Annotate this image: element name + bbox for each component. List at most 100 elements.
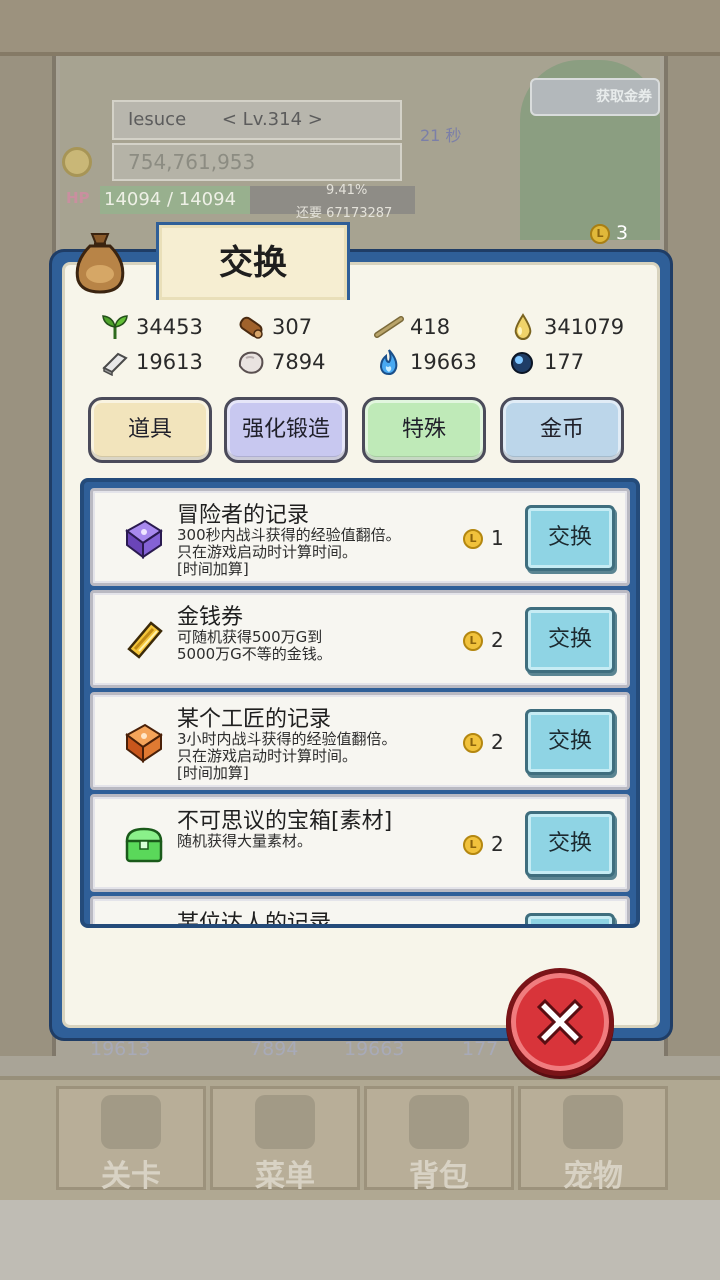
exchange-button[interactable]: 交换 bbox=[525, 505, 615, 571]
purple-book-icon bbox=[125, 519, 163, 559]
list-item: 某位达人的记录 bbox=[90, 896, 630, 924]
bottom-res-value: 177 bbox=[462, 1038, 499, 1060]
item-title: 不可思议的宝箱[素材] bbox=[177, 809, 393, 834]
nav-tab-pet[interactable]: 宠物 bbox=[518, 1086, 668, 1194]
ticket-count: 3 bbox=[616, 222, 629, 244]
crossed-swords-icon bbox=[101, 1095, 161, 1149]
resource-value: 177 bbox=[544, 350, 585, 374]
item-desc-line: 只在游戏启动时计算时间。 bbox=[177, 747, 358, 765]
branch-icon bbox=[374, 316, 404, 338]
item-desc-line: 300秒内战斗获得的经验值翻倍。 bbox=[177, 526, 401, 544]
player-name: Iesuce bbox=[128, 109, 187, 130]
category-tab-label: 特殊 bbox=[401, 417, 446, 442]
ticket-coin-icon: L bbox=[463, 835, 483, 855]
hp-label: HP bbox=[66, 189, 90, 207]
get-ticket-label: 获取金券 bbox=[596, 89, 652, 105]
resource-value: 418 bbox=[410, 315, 451, 339]
resource-value: 19663 bbox=[410, 350, 477, 374]
gold-coin-icon bbox=[62, 147, 92, 177]
scene-floor bbox=[0, 1200, 720, 1280]
exchange-button-label: 交换 bbox=[547, 525, 592, 550]
dragon-icon bbox=[563, 1095, 623, 1149]
ticket-coin-icon: L bbox=[463, 733, 483, 753]
item-title: 某位达人的记录 bbox=[177, 911, 332, 924]
exchange-button-label: 交换 bbox=[547, 831, 592, 856]
green-chest-icon bbox=[125, 827, 163, 863]
item-desc-line: [时间加算] bbox=[177, 560, 249, 578]
nav-tab-label: 背包 bbox=[409, 1159, 469, 1194]
item-desc-line: 随机获得大量素材。 bbox=[177, 832, 313, 850]
exp-percent: 9.41% bbox=[326, 183, 368, 198]
item-cost: 2 bbox=[491, 730, 504, 754]
item-desc-line: 只在游戏启动时计算时间。 bbox=[177, 543, 358, 561]
category-tab-label: 强化锻造 bbox=[241, 417, 330, 442]
bottom-res-value: 19663 bbox=[344, 1038, 405, 1060]
ticket-coin-icon: L bbox=[463, 529, 483, 549]
nav-tab-menu[interactable]: 菜单 bbox=[210, 1086, 360, 1194]
item-cost: 2 bbox=[491, 628, 504, 652]
item-description: 随机获得大量素材。 bbox=[177, 833, 312, 850]
exchange-button[interactable]: 交换 bbox=[525, 709, 615, 775]
list-item: 金钱券 可随机获得500万G到 5000万G不等的金钱。 L 2 交换 bbox=[90, 590, 630, 688]
gold-ticket-icon bbox=[127, 621, 163, 659]
modal-title: 交换 bbox=[156, 222, 350, 300]
exchange-button[interactable] bbox=[525, 913, 615, 924]
bottom-res-value: 7894 bbox=[250, 1038, 299, 1060]
item-title: 冒险者的记录 bbox=[177, 503, 310, 528]
category-tab-items[interactable]: 道具 bbox=[88, 397, 212, 463]
exchange-button[interactable]: 交换 bbox=[525, 811, 615, 877]
item-desc-line: 5000万G不等的金钱。 bbox=[177, 645, 332, 663]
nav-tab-label: 菜单 bbox=[255, 1159, 315, 1194]
player-level: < Lv.314 > bbox=[221, 109, 323, 130]
nav-tab-backpack[interactable]: 背包 bbox=[364, 1086, 514, 1194]
blue-flame-icon bbox=[379, 349, 398, 376]
list-item: 不可思议的宝箱[素材] 随机获得大量素材。 L 2 交换 bbox=[90, 794, 630, 892]
money-bag-icon bbox=[75, 233, 125, 294]
hp-bar: 14094 / 14094 bbox=[100, 186, 250, 214]
get-ticket-button[interactable]: 获取金券 bbox=[530, 78, 660, 116]
exchange-button-label: 交换 bbox=[547, 627, 592, 652]
item-desc-line: 可随机获得500万G到 bbox=[177, 628, 323, 646]
list-item: 冒险者的记录 300秒内战斗获得的经验值翻倍。 只在游戏启动时计算时间。 [时间… bbox=[90, 488, 630, 586]
resource-value: 307 bbox=[272, 315, 313, 339]
scene-pillar-left bbox=[0, 56, 56, 1056]
backpack-icon bbox=[409, 1095, 469, 1149]
item-title: 某个工匠的记录 bbox=[177, 707, 332, 732]
list-item: 某个工匠的记录 3小时内战斗获得的经验值翻倍。 只在游戏启动时计算时间。 [时间… bbox=[90, 692, 630, 790]
scene-top-frame bbox=[0, 0, 720, 56]
ticket-coin-icon: L bbox=[463, 631, 483, 651]
ticket-coin-icon: L bbox=[590, 224, 610, 244]
resource-value: 341079 bbox=[544, 315, 625, 339]
iron-ingot-icon bbox=[102, 352, 128, 376]
dark-orb-icon bbox=[511, 352, 533, 374]
buff-timer: 21 秒 bbox=[420, 126, 462, 145]
category-tab-label: 道具 bbox=[127, 417, 172, 442]
item-description: 300秒内战斗获得的经验值翻倍。 只在游戏启动时计算时间。 [时间加算] bbox=[177, 527, 401, 578]
close-button[interactable] bbox=[506, 968, 614, 1076]
category-tab-gold[interactable]: 金币 bbox=[500, 397, 624, 463]
nav-tab-label: 关卡 bbox=[101, 1159, 161, 1194]
stone-icon bbox=[238, 351, 264, 374]
exchange-button[interactable]: 交换 bbox=[525, 607, 615, 673]
item-cost: 1 bbox=[491, 526, 504, 550]
exchange-list[interactable]: 冒险者的记录 300秒内战斗获得的经验值翻倍。 只在游戏启动时计算时间。 [时间… bbox=[86, 484, 634, 924]
resource-value: 7894 bbox=[272, 350, 326, 374]
gold-amount: 754,761,953 bbox=[112, 143, 402, 181]
category-tab-enhance[interactable]: 强化锻造 bbox=[224, 397, 348, 463]
player-name-panel: Iesuce < Lv.314 > bbox=[112, 100, 402, 140]
exp-remaining: 还要 67173287 bbox=[296, 206, 393, 221]
wood-log-icon bbox=[239, 316, 263, 339]
item-description: 可随机获得500万G到 5000万G不等的金钱。 bbox=[177, 629, 332, 663]
nav-tab-label: 宠物 bbox=[563, 1159, 623, 1194]
exchange-button-label: 交换 bbox=[547, 729, 592, 754]
category-tab-special[interactable]: 特殊 bbox=[362, 397, 486, 463]
resource-value: 34453 bbox=[136, 315, 203, 339]
book-icon bbox=[255, 1095, 315, 1149]
oil-drop-icon bbox=[514, 313, 532, 341]
nav-tab-stage[interactable]: 关卡 bbox=[56, 1086, 206, 1194]
orange-book-icon bbox=[125, 723, 163, 763]
category-tab-label: 金币 bbox=[539, 417, 584, 442]
bottom-res-value: 19613 bbox=[90, 1038, 151, 1060]
item-desc-line: [时间加算] bbox=[177, 764, 249, 782]
item-desc-line: 3小时内战斗获得的经验值翻倍。 bbox=[177, 730, 397, 748]
